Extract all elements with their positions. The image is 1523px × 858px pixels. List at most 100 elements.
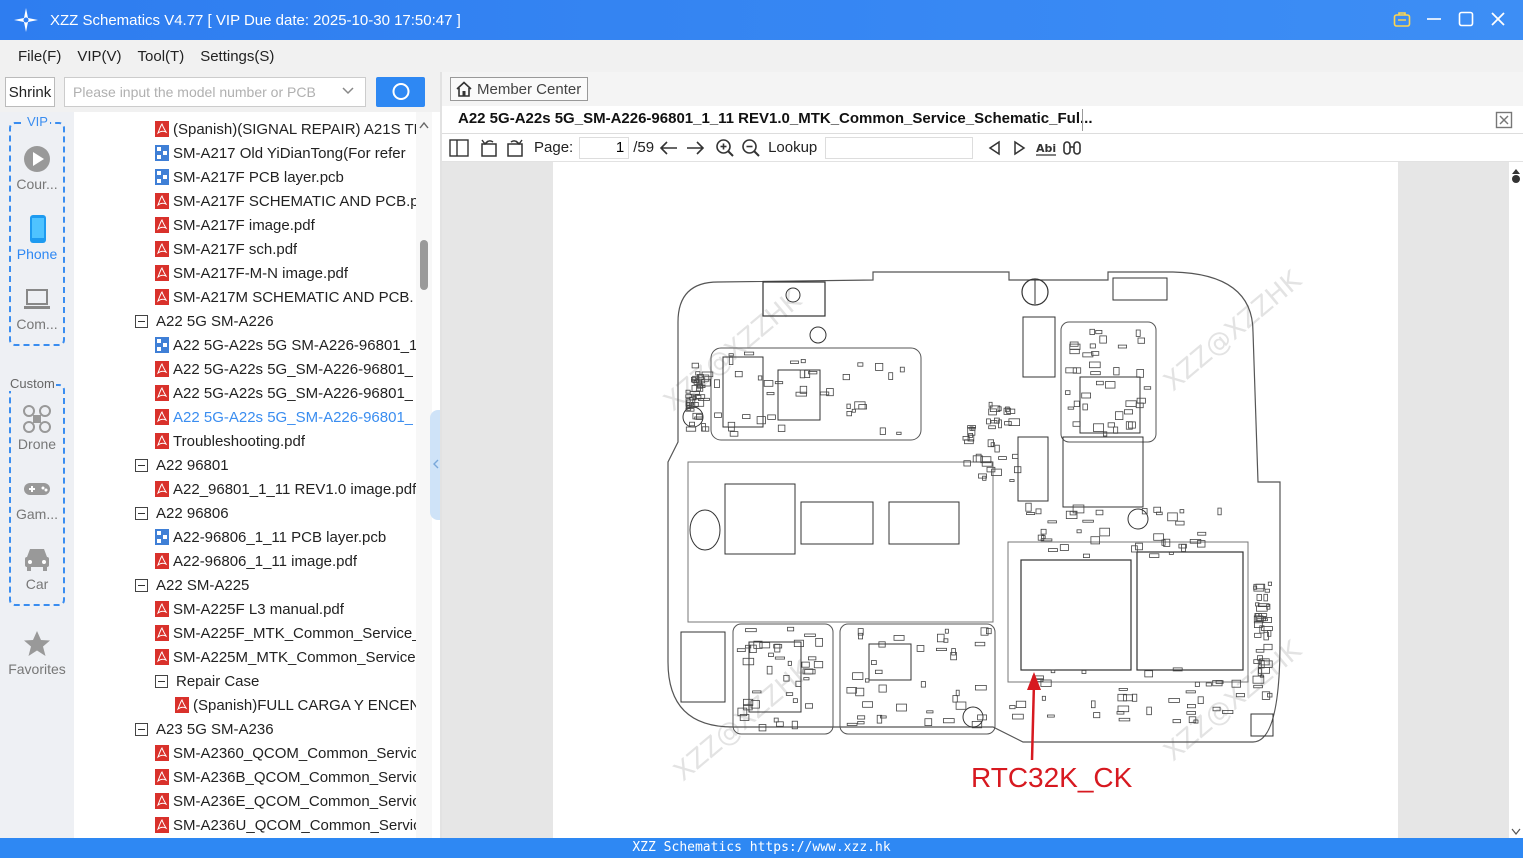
tree-file[interactable]: SM-A217M SCHEMATIC AND PCB. [155,285,416,309]
smd-component [1131,545,1138,553]
member-center-button[interactable]: Member Center [450,77,588,101]
smd-component [1149,553,1160,558]
tree-file[interactable]: (Spanish)(SIGNAL REPAIR) A21S TE [155,117,416,141]
zoom-out-icon[interactable] [740,137,762,159]
tree-file[interactable]: SM-A236E_QCOM_Common_Servic [155,789,416,813]
annotation-arrowhead [1027,672,1041,690]
tree-folder[interactable]: A22 SM-A225 [135,573,416,597]
collapse-toggle-icon[interactable] [135,578,148,592]
close-tab-icon[interactable] [1495,111,1513,134]
maximize-button[interactable] [1455,8,1477,30]
close-button[interactable] [1487,8,1509,30]
tree-file[interactable]: SM-A225F_MTK_Common_Service_ [155,621,416,645]
chevron-down-icon[interactable] [341,84,355,101]
tree-file[interactable]: SM-A2360_QCOM_Common_Servic [155,741,416,765]
tree-folder[interactable]: A22 96801 [135,453,416,477]
page-number-input[interactable] [579,136,630,159]
smd-component [1026,512,1036,516]
tree-file[interactable]: SM-A217F-M-N image.pdf [155,261,416,285]
collapse-toggle-icon[interactable] [135,722,148,736]
tree-file[interactable]: SM-A236B_QCOM_Common_Servic [155,765,416,789]
tree-folder[interactable]: A22 5G SM-A226 [135,309,416,333]
shrink-button[interactable]: Shrink [5,77,55,107]
smd-component [1095,329,1103,335]
smd-component [846,687,857,694]
tree-file[interactable]: A22 5G-A22s 5G SM-A226-96801_1 [155,333,416,357]
rail-item-game[interactable]: Gam... [0,474,74,522]
tree-file[interactable]: (Spanish)FULL CARGA Y ENCENI [175,693,416,717]
tree-file[interactable]: SM-A225M_MTK_Common_Service [155,645,416,669]
smd-component [975,453,982,463]
lookup-input[interactable] [825,136,974,159]
prev-page-icon[interactable] [658,137,680,159]
tree-file[interactable]: A22 5G-A22s 5G_SM-A226-96801_ [155,357,416,381]
find-next-icon[interactable] [1009,137,1031,159]
menu-settings[interactable]: Settings(S) [200,48,274,65]
smd-component [792,698,798,703]
find-prev-icon[interactable] [983,137,1005,159]
tree-file[interactable]: SM-A236U_QCOM_Common_Servic [155,813,416,837]
tree-file[interactable]: Troubleshooting.pdf [155,429,416,453]
tree-file[interactable]: A22-96806_1_11 PCB layer.pcb [155,525,416,549]
menu-vip[interactable]: VIP(V) [77,48,121,65]
smd-component [1137,337,1145,344]
tree-folder[interactable]: A23 5G SM-A236 [135,717,416,741]
smd-component [1255,648,1265,653]
title-bar: XZZ Schematics V4.77 [ VIP Due date: 202… [0,0,1523,40]
tree-file[interactable]: SM-A217F image.pdf [155,213,416,237]
rail-item-phone[interactable]: Phone [0,214,74,262]
next-page-icon[interactable] [684,137,706,159]
collapse-toggle-icon[interactable] [135,506,148,520]
smd-component [1025,502,1032,512]
collapse-toggle-icon[interactable] [155,674,168,688]
smd-component [1168,551,1174,555]
rotate-right-icon[interactable] [504,137,526,159]
pdf-page[interactable]: XZZ@XZZHK XZZ@XZZHK XZZ@XZZHK XZZ@XZZHK [553,162,1398,838]
tree-file[interactable]: SM-A217F sch.pdf [155,237,416,261]
search-button[interactable] [376,77,425,107]
sidebar-toggle-icon[interactable] [448,137,470,159]
collapse-toggle-icon[interactable] [135,314,148,328]
tree-item-label: A22_96801_1_11 REV1.0 image.pdf [173,480,416,498]
smd-component [1048,548,1058,553]
binoculars-icon[interactable] [1061,137,1083,159]
tree-file[interactable]: SM-A225F L3 manual.pdf [155,597,416,621]
rail-item-computer[interactable]: Com... [0,284,74,332]
search-input[interactable] [73,84,333,100]
tree-file[interactable]: SM-A217 Old YiDianTong(For refer [155,141,416,165]
tree-file[interactable]: SM-A217F SCHEMATIC AND PCB.p [155,189,416,213]
tree-scroll-thumb[interactable] [420,240,428,290]
rail-item-course[interactable]: Cour... [0,144,74,192]
pdf-viewer[interactable]: XZZ@XZZHK XZZ@XZZHK XZZ@XZZHK XZZ@XZZHK [442,162,1509,838]
smd-component [955,701,967,710]
match-case-icon[interactable]: Abi [1035,137,1057,159]
minimize-button[interactable] [1423,8,1445,30]
rail-item-drone[interactable]: Drone [0,404,74,452]
smd-component [813,661,824,669]
menu-tool[interactable]: Tool(T) [138,48,185,65]
rotate-left-icon[interactable] [478,137,500,159]
chevron-up-icon[interactable] [419,116,429,134]
rail-item-favorites[interactable]: Favorites [0,629,74,677]
tree-file[interactable]: SM-A217F PCB layer.pcb [155,165,416,189]
menu-file[interactable]: File(F) [18,48,61,65]
zoom-in-icon[interactable] [714,137,736,159]
tree-folder[interactable]: Repair Case [155,669,416,693]
document-tab[interactable]: A22 5G-A22s 5G_SM-A226-96801_1_11 REV1.0… [442,106,1523,134]
collapse-toggle-icon[interactable] [135,458,148,472]
vip-bag-icon[interactable] [1391,8,1413,30]
tree-file[interactable]: A22 5G-A22s 5G_SM-A226-96801_ [155,405,416,429]
rail-item-car[interactable]: Car [0,544,74,592]
tree-item-label: Troubleshooting.pdf [173,432,306,450]
tree-item-label: SM-A217F image.pdf [173,216,315,234]
viewer-scrollbar[interactable] [1509,162,1523,838]
tree-file[interactable]: A22 5G-A22s 5G_SM-A226-96801_ [155,381,416,405]
tree-file[interactable]: A22_96801_1_11 REV1.0 image.pdf [155,477,416,501]
tree-folder[interactable]: A22 96806 [135,501,416,525]
tree-file[interactable]: A22-96806_1_11 image.pdf [155,549,416,573]
smd-component [734,370,743,378]
smd-component [1143,386,1152,390]
smd-component [1103,431,1108,437]
smd-component [1135,542,1143,551]
smd-component [1089,343,1096,349]
